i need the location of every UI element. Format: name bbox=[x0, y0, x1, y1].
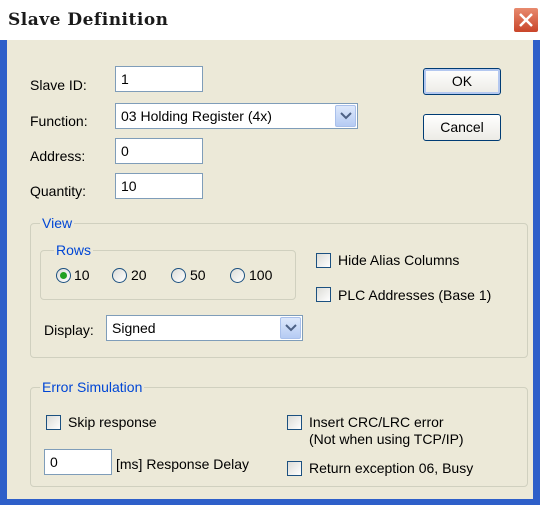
display-select[interactable]: Signed bbox=[106, 315, 303, 341]
insert-crc-error-label: Insert CRC/LRC error bbox=[309, 414, 444, 430]
window-title: Slave Definition bbox=[8, 10, 169, 30]
skip-response-checkbox[interactable] bbox=[46, 415, 61, 430]
slave-id-label: Slave ID: bbox=[30, 77, 87, 93]
rows-option-100-label: 100 bbox=[249, 267, 273, 283]
window-frame-right bbox=[533, 40, 540, 505]
busy-exception-label: Return exception 06, Busy bbox=[309, 460, 474, 476]
window-frame-left bbox=[0, 40, 7, 505]
ok-button[interactable]: OK bbox=[423, 68, 501, 95]
close-button[interactable] bbox=[513, 7, 539, 33]
response-delay-input[interactable]: 0 bbox=[44, 449, 112, 475]
title-bar: Slave Definition bbox=[0, 0, 540, 40]
response-delay-label: [ms] Response Delay bbox=[116, 456, 250, 472]
error-simulation-legend: Error Simulation bbox=[40, 379, 145, 395]
insert-crc-error-checkbox[interactable] bbox=[287, 415, 302, 430]
skip-response-label: Skip response bbox=[68, 414, 157, 430]
close-icon bbox=[519, 13, 533, 27]
busy-exception-checkbox[interactable] bbox=[287, 461, 302, 476]
chevron-down-icon bbox=[285, 324, 297, 332]
hide-alias-label: Hide Alias Columns bbox=[338, 252, 460, 268]
display-label: Display: bbox=[44, 322, 94, 338]
insert-crc-error-note: (Not when using TCP/IP) bbox=[309, 431, 464, 447]
display-select-value: Signed bbox=[112, 320, 156, 336]
rows-radio-100[interactable] bbox=[230, 268, 245, 283]
rows-radio-20[interactable] bbox=[112, 268, 127, 283]
quantity-label: Quantity: bbox=[30, 183, 87, 199]
function-select[interactable]: 03 Holding Register (4x) bbox=[115, 103, 358, 129]
rows-option-50-label: 50 bbox=[190, 267, 206, 283]
rows-group-legend: Rows bbox=[54, 242, 94, 258]
quantity-input[interactable]: 10 bbox=[115, 173, 203, 199]
window-frame-bottom bbox=[0, 499, 540, 505]
hide-alias-checkbox[interactable] bbox=[316, 253, 331, 268]
function-select-value: 03 Holding Register (4x) bbox=[121, 108, 272, 124]
function-label: Function: bbox=[30, 113, 88, 129]
chevron-down-icon bbox=[340, 112, 352, 120]
address-label: Address: bbox=[30, 148, 86, 164]
cancel-button[interactable]: Cancel bbox=[423, 114, 501, 141]
slave-id-input[interactable]: 1 bbox=[115, 66, 203, 92]
function-dropdown-button[interactable] bbox=[335, 105, 356, 127]
plc-addresses-checkbox[interactable] bbox=[316, 287, 331, 302]
address-input[interactable]: 0 bbox=[115, 138, 203, 164]
rows-option-20-label: 20 bbox=[131, 267, 147, 283]
rows-radio-10[interactable] bbox=[56, 268, 71, 283]
rows-option-10-label: 10 bbox=[74, 267, 90, 283]
rows-radio-50[interactable] bbox=[171, 268, 186, 283]
plc-addresses-label: PLC Addresses (Base 1) bbox=[338, 287, 492, 303]
display-dropdown-button[interactable] bbox=[280, 317, 301, 339]
view-group-legend: View bbox=[40, 215, 75, 231]
